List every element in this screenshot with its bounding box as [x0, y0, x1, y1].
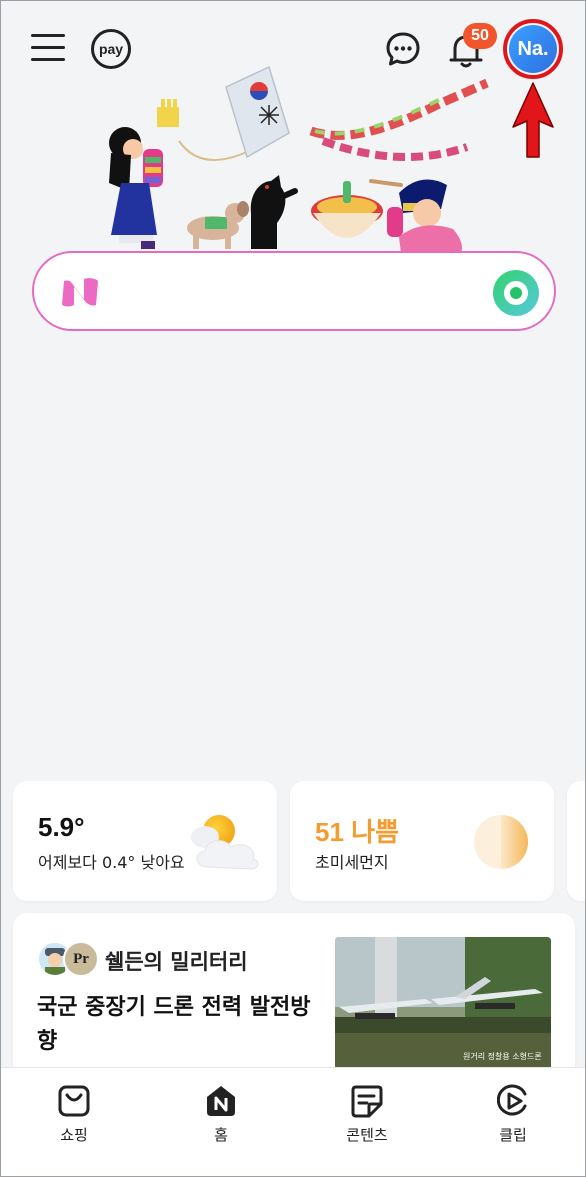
source-avatars: Pr: [37, 941, 99, 979]
seasonal-doodle-illustration[interactable]: [101, 63, 501, 253]
shopping-bag-icon: [58, 1085, 90, 1117]
nav-clip-label: 클립: [499, 1126, 527, 1144]
naver-n-logo-icon: [62, 278, 98, 307]
nav-contents-label: 콘텐츠: [346, 1126, 388, 1144]
green-lens-icon[interactable]: [492, 269, 540, 317]
menu-icon[interactable]: [31, 34, 65, 62]
fine-dust-card[interactable]: 51 나쁨 초미세먼지: [290, 781, 554, 901]
news-thumbnail[interactable]: 원거리 정찰용 소형드론: [335, 937, 551, 1077]
contents-icon: [351, 1085, 383, 1118]
fine-dust-label: 초미세먼지: [315, 853, 389, 872]
home-n-icon: [207, 1086, 235, 1116]
app-screen: pay 50 Na. 5.9° 어제보다 0.4° 낮아요 51 나쁨 초미세먼…: [0, 0, 586, 1177]
notification-badge: 50: [463, 23, 497, 49]
chat-icon[interactable]: [385, 31, 421, 67]
temperature-value: 5.9°: [38, 812, 85, 842]
arrow-up-icon: [512, 82, 554, 158]
nav-home[interactable]: 홈: [171, 1068, 271, 1176]
nav-contents[interactable]: 콘텐츠: [317, 1068, 417, 1176]
nav-home-label: 홈: [214, 1126, 228, 1144]
news-source-name[interactable]: 쉘든의 밀리터리: [105, 946, 248, 976]
thumbnail-caption: 원거리 정찰용 소형드론: [463, 1052, 542, 1061]
fine-dust-value: 51 나쁨: [315, 817, 399, 847]
premium-badge: Pr: [63, 941, 99, 977]
news-headline[interactable]: 국군 중장기 드론 전력 발전방향: [37, 991, 312, 1059]
partly-cloudy-icon: [191, 815, 259, 870]
temperature-comparison: 어제보다 0.4° 낮아요: [38, 853, 185, 872]
half-moon-dust-icon: [474, 815, 528, 869]
clip-play-icon: [497, 1084, 527, 1116]
bottom-navigation: 쇼핑 홈 콘텐츠 클립: [1, 1067, 585, 1176]
nav-shopping-label: 쇼핑: [60, 1126, 88, 1144]
profile-avatar[interactable]: Na.: [509, 25, 557, 73]
weather-card[interactable]: 5.9° 어제보다 0.4° 낮아요: [13, 781, 277, 901]
nav-shopping[interactable]: 쇼핑: [24, 1068, 124, 1176]
search-bar[interactable]: [32, 251, 556, 331]
next-card-peek[interactable]: [567, 781, 585, 901]
nav-clip[interactable]: 클립: [463, 1068, 563, 1176]
